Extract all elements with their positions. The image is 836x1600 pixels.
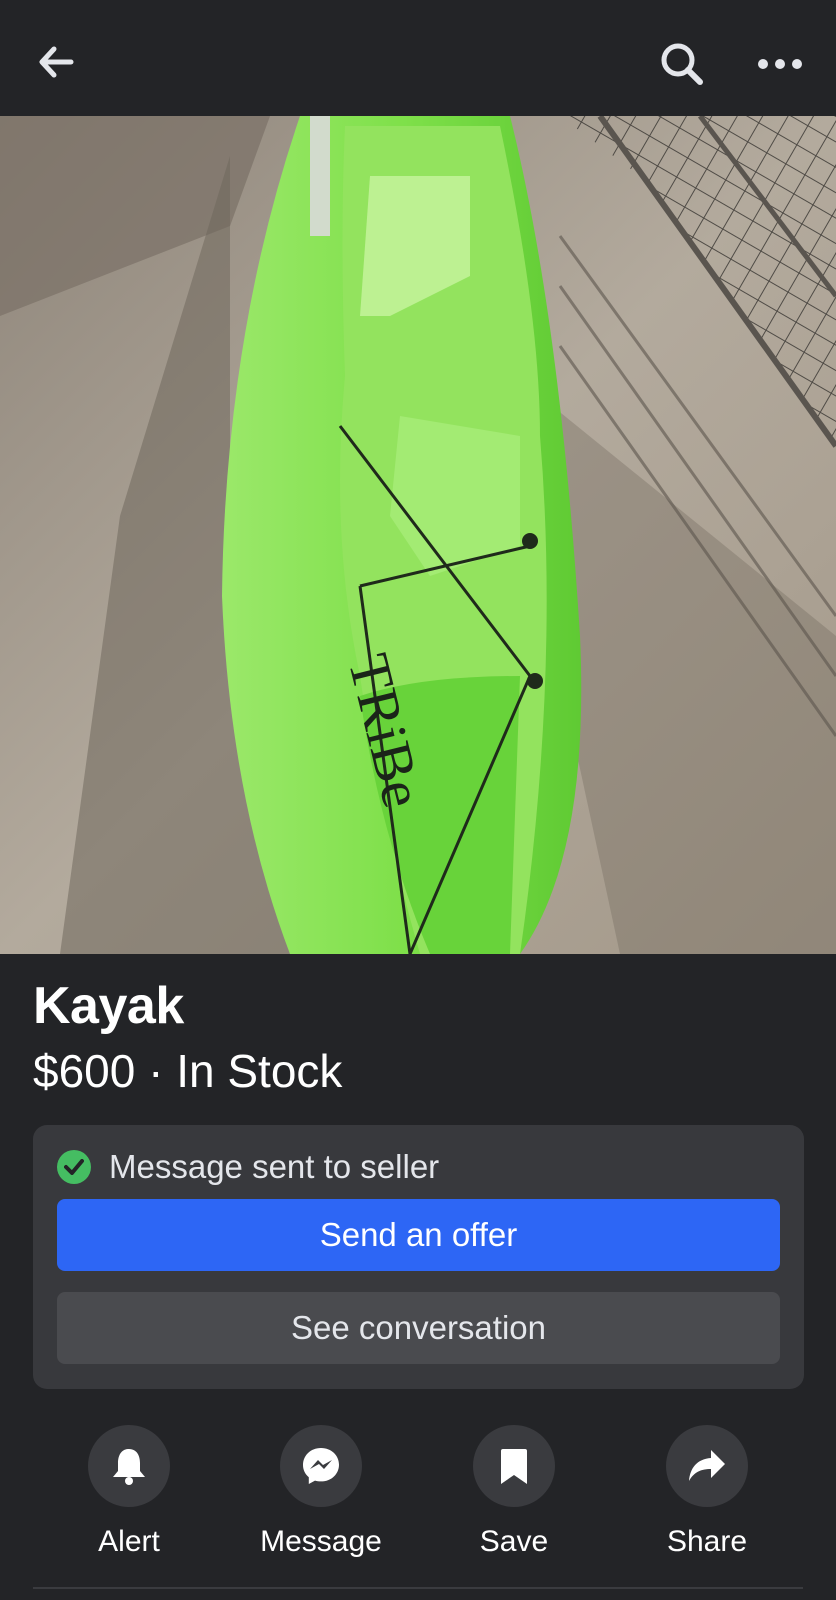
save-action[interactable]: Save	[424, 1425, 604, 1565]
top-app-bar	[0, 0, 836, 116]
save-label: Save	[479, 1525, 549, 1558]
listing-price-availability: $600 · In Stock	[33, 1045, 343, 1097]
more-options-button[interactable]	[750, 40, 810, 88]
messenger-icon	[280, 1425, 362, 1507]
more-horizontal-icon	[758, 59, 802, 69]
section-divider	[33, 1587, 803, 1589]
alert-label: Alert	[98, 1525, 160, 1558]
message-sent-status: Message sent to seller	[57, 1147, 439, 1187]
share-arrow-icon	[666, 1425, 748, 1507]
send-offer-button[interactable]: Send an offer	[57, 1199, 780, 1271]
search-icon	[661, 43, 703, 85]
bell-icon	[88, 1425, 170, 1507]
listing-photo[interactable]: TRiBe	[0, 116, 836, 954]
message-label: Message	[260, 1525, 382, 1558]
search-button[interactable]	[652, 36, 712, 92]
listing-actions: Alert Message Save Share	[0, 1425, 836, 1565]
share-label: Share	[666, 1525, 748, 1558]
kayak-photo-illustration: TRiBe	[0, 116, 836, 954]
share-action[interactable]: Share	[617, 1425, 797, 1565]
listing-title: Kayak	[33, 977, 184, 1035]
message-status-card: Message sent to seller Send an offer See…	[33, 1125, 804, 1389]
message-sent-text: Message sent to seller	[109, 1148, 440, 1185]
arrow-left-icon	[39, 46, 74, 78]
bookmark-icon	[473, 1425, 555, 1507]
check-circle-icon	[57, 1150, 91, 1184]
see-conversation-button[interactable]: See conversation	[57, 1292, 780, 1364]
back-button[interactable]	[30, 36, 82, 88]
alert-action[interactable]: Alert	[39, 1425, 219, 1565]
message-action[interactable]: Message	[231, 1425, 411, 1565]
